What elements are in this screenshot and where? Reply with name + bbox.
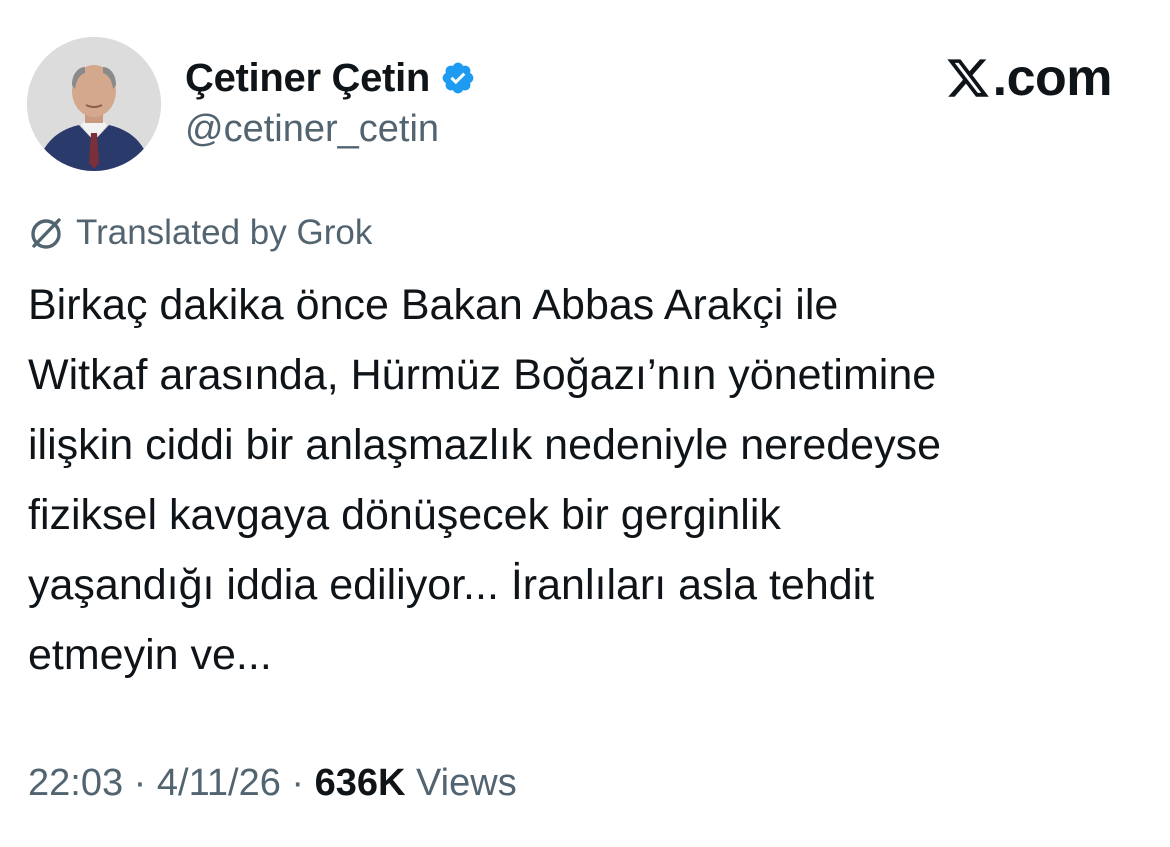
verified-badge-icon xyxy=(440,60,476,96)
meta-separator: · xyxy=(280,762,315,804)
tweet-line: fiziksel kavgaya dönüşecek bir gerginlik xyxy=(28,491,781,539)
tweet-line: Witkaf arasında, Hürmüz Boğazı’nın yönet… xyxy=(28,351,937,399)
tweet-time[interactable]: 22:03 xyxy=(28,762,123,804)
avatar[interactable] xyxy=(27,37,161,171)
tweet-meta: 22:03 · 4/11/26 · 636K Views xyxy=(28,762,517,805)
tweet-line: Birkaç dakika önce Bakan Abbas Arakçi il… xyxy=(28,281,839,329)
translated-by-label: Translated by Grok xyxy=(76,213,373,252)
translated-by-grok[interactable]: Translated by Grok xyxy=(26,209,372,257)
tweet-line: etmeyin ve... xyxy=(28,631,272,679)
brand-domain-text: .com xyxy=(992,49,1113,107)
views-count[interactable]: 636K xyxy=(315,762,406,804)
tweet-text: Birkaç dakika önce Bakan Abbas Arakçi il… xyxy=(28,270,1148,690)
author-display-name[interactable]: Çetiner Çetin xyxy=(185,56,430,101)
author-handle[interactable]: @cetiner_cetin xyxy=(185,108,439,151)
author-name-row[interactable]: Çetiner Çetin xyxy=(185,50,476,106)
profile-photo xyxy=(27,37,161,171)
views-label: Views xyxy=(405,762,517,804)
grok-icon xyxy=(26,213,66,253)
tweet-date[interactable]: 4/11/26 xyxy=(157,762,281,804)
meta-separator: · xyxy=(123,762,157,804)
brand-watermark: .com xyxy=(945,48,1113,108)
x-logo-icon xyxy=(945,55,991,101)
tweet-line: yaşandığı iddia ediliyor... İranlıları a… xyxy=(28,561,875,609)
tweet-line: ilişkin ciddi bir anlaşmazlık nedeniyle … xyxy=(28,421,942,469)
